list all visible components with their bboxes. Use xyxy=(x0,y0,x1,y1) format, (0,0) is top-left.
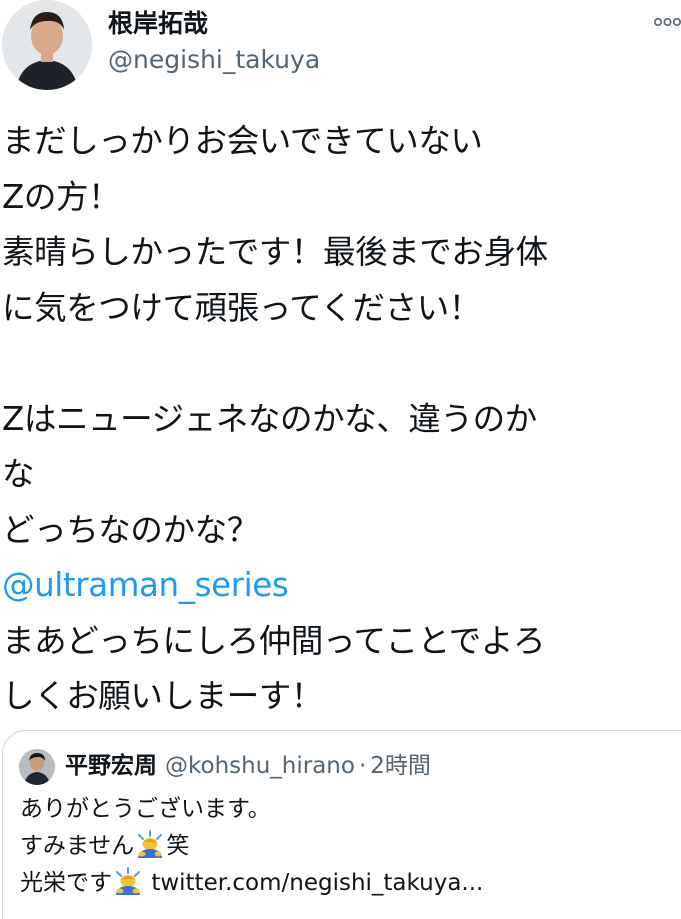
person-bowing-emoji-icon xyxy=(138,830,163,858)
person-bowing-emoji-icon xyxy=(116,867,140,895)
quoted-tweet-card[interactable]: 平野宏周 @kohshu_hirano · 2時間 ありがとうございます。 すみません… xyxy=(2,730,681,919)
quote-line: 光栄です twitter.com/negishi_takuya... xyxy=(20,865,483,902)
tweet-line: どっちなのかな？ xyxy=(2,510,259,549)
tweet-line: に気をつけて頑張ってください！ xyxy=(2,288,481,327)
quote-line: すみません 笑 xyxy=(20,828,483,865)
tweet-line: まあどっちにしろ仲間ってことでよろ xyxy=(2,621,546,660)
quote-line-text: すみません xyxy=(20,833,135,859)
quote-line-suffix: 笑 xyxy=(166,833,190,859)
quote-line-text: 光栄です xyxy=(20,870,112,896)
quote-handle[interactable]: @kohshu_hirano xyxy=(165,753,355,779)
quote-profile-photo-icon xyxy=(19,749,55,785)
author-handle[interactable]: @negishi_takuya xyxy=(108,44,320,76)
quote-text: ありがとうございます。 すみません 笑 光栄です twitter.com/neg… xyxy=(20,791,483,902)
tweet-line: しくお願いしまーす！ xyxy=(2,677,324,715)
tweet-line: な xyxy=(2,455,35,493)
quote-author-avatar[interactable] xyxy=(19,749,55,785)
quote-line: ありがとうございます。 xyxy=(20,796,271,822)
tweet-line: Zはニュージェネなのかな、違うのか xyxy=(2,399,537,438)
mention-link[interactable]: @ultraman_series xyxy=(2,566,289,604)
quote-link[interactable]: twitter.com/negishi_takuya... xyxy=(151,870,483,896)
quote-separator: · xyxy=(358,753,367,779)
tweet-line: Zの方！ xyxy=(2,177,121,216)
tweet-line: まだしっかりお会いできていない xyxy=(2,122,483,160)
quote-meta: 平野宏周 @kohshu_hirano · 2時間 xyxy=(65,750,431,782)
tweet-header: 根岸拓哉 @negishi_takuya xyxy=(0,0,681,100)
quote-display-name[interactable]: 平野宏周 xyxy=(65,753,157,779)
quote-timestamp[interactable]: 2時間 xyxy=(370,753,431,779)
profile-photo-icon xyxy=(2,0,92,90)
mention-line: @ultraman_series xyxy=(2,558,681,614)
tweet-line: 素晴らしかったです！最後までお身体 xyxy=(2,233,548,271)
author-display-name[interactable]: 根岸拓哉 xyxy=(108,8,208,40)
tweet-text: まだしっかりお会いできていない Zの方！ 素晴らしかったです！最後までお身体 に… xyxy=(2,114,681,725)
more-options-icon[interactable] xyxy=(654,12,681,32)
author-avatar[interactable] xyxy=(2,0,92,90)
